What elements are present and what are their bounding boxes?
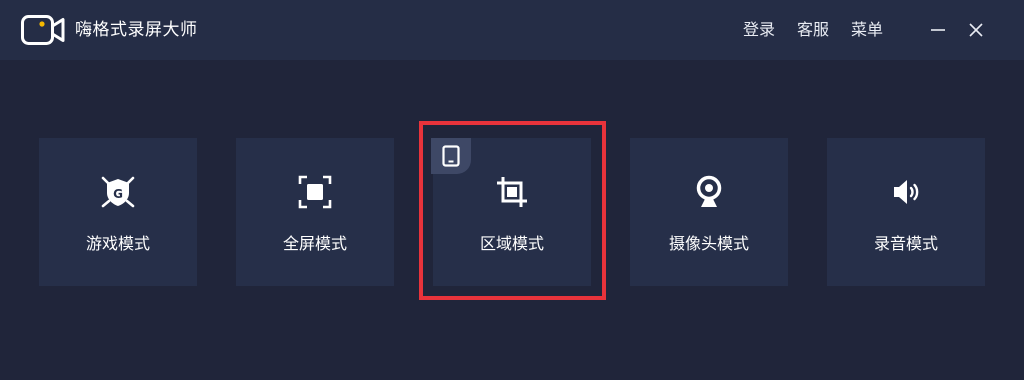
customer-service-button[interactable]: 客服 (797, 19, 829, 41)
svg-text:G: G (113, 187, 123, 201)
close-button[interactable] (963, 17, 989, 43)
webcam-icon (696, 175, 722, 207)
crop-icon (497, 177, 527, 207)
title-bar: 嗨格式录屏大师 登录 客服 菜单 (0, 0, 1024, 60)
mode-label: 摄像头模式 (668, 234, 749, 253)
minimize-icon (931, 29, 945, 31)
menu-button[interactable]: 菜单 (851, 19, 883, 41)
close-icon (969, 23, 983, 37)
mode-label: 区域模式 (479, 234, 544, 253)
fullscreen-mode-card[interactable]: 全屏模式 (236, 138, 394, 286)
webcam-mode-card[interactable]: 摄像头模式 (630, 138, 788, 286)
tablet-icon (442, 145, 460, 167)
mode-label: 录音模式 (873, 234, 938, 253)
audio-mode-card[interactable]: 录音模式 (827, 138, 985, 286)
app-title: 嗨格式录屏大师 (75, 20, 198, 40)
fullscreen-icon (298, 175, 332, 209)
minimize-button[interactable] (925, 17, 951, 43)
gamepad-shield-icon: G (101, 176, 135, 208)
mode-label: 全屏模式 (282, 234, 347, 253)
tablet-badge (431, 138, 471, 174)
login-button[interactable]: 登录 (743, 19, 775, 41)
mode-label: 游戏模式 (85, 234, 150, 253)
app-window: 嗨格式录屏大师 登录 客服 菜单 G 游戏模式 全屏模式 区域模式 摄像头模式 … (0, 0, 1024, 380)
game-mode-card[interactable]: G 游戏模式 (39, 138, 197, 286)
speaker-icon (894, 180, 919, 204)
video-camera-icon (21, 15, 65, 45)
